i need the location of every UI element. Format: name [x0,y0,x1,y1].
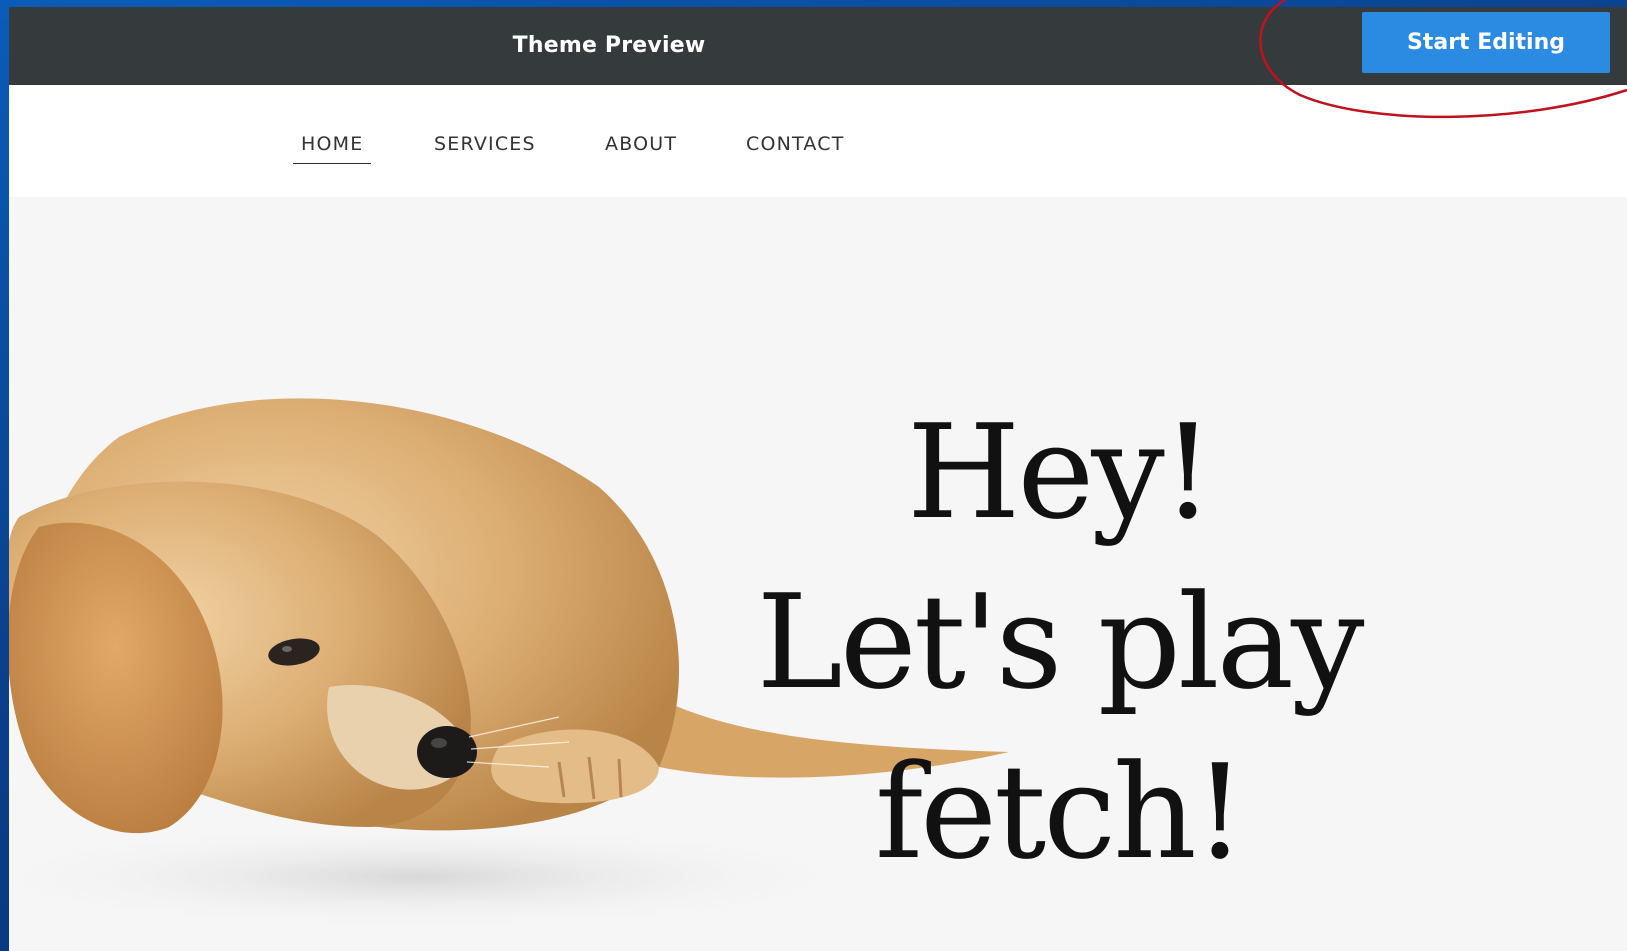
headline-line-3: fetch! [874,736,1246,888]
preview-title: Theme Preview [512,33,706,58]
headline-line-1: Hey! [907,396,1214,548]
nav-item-about[interactable]: ABOUT [597,133,685,163]
headline-line-2: Let's play [756,566,1364,718]
site-nav: HOME SERVICES ABOUT CONTACT [9,85,1627,197]
hero-section: Hey! Let's play fetch! [9,197,1627,951]
theme-preview-window: Theme Preview Start Editing HOME SERVICE… [9,7,1627,951]
nav-item-home[interactable]: HOME [293,133,372,164]
preview-topbar: Theme Preview Start Editing [9,7,1627,85]
nav-item-services[interactable]: SERVICES [426,133,544,163]
start-editing-button[interactable]: Start Editing [1362,12,1610,73]
hero-headline: Hey! Let's play fetch! [729,387,1389,897]
nav-item-contact[interactable]: CONTACT [738,133,853,163]
